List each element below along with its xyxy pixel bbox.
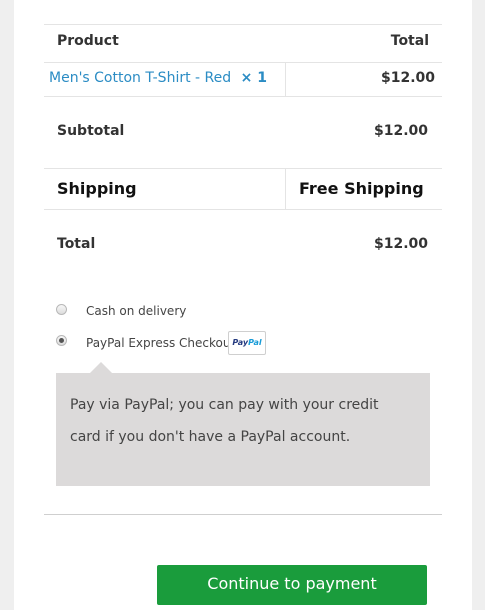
header-divider — [44, 62, 442, 63]
continue-to-payment-button[interactable]: Continue to payment — [157, 565, 427, 605]
subtotal-divider — [44, 168, 442, 169]
item-divider — [44, 96, 442, 97]
paypal-logo-text-pal: Pal — [248, 338, 262, 347]
item-column-divider — [285, 62, 286, 96]
product-column-header: Product — [57, 33, 119, 49]
paypal-logo-text-pay: Pay — [232, 338, 249, 347]
total-column-header: Total — [390, 33, 429, 49]
payment-description-box: Pay via PayPal; you can pay with your cr… — [56, 362, 430, 486]
cash-on-delivery-radio[interactable] — [56, 304, 67, 315]
order-item-row: Men's Cotton T-Shirt - Red × 1 — [49, 70, 267, 86]
subtotal-label: Subtotal — [57, 123, 125, 139]
shipping-column-divider — [285, 168, 286, 209]
subtotal-value: $12.00 — [373, 123, 428, 139]
paypal-express-radio[interactable] — [56, 335, 67, 346]
product-quantity: × 1 — [240, 70, 267, 86]
cash-on-delivery-label[interactable]: Cash on delivery — [86, 304, 186, 318]
table-top-border — [44, 24, 442, 25]
order-total-label: Total — [57, 236, 96, 252]
paypal-logo-icon: PayPal — [228, 331, 266, 355]
shipping-value: Free Shipping — [299, 179, 424, 198]
checkout-card — [14, 0, 472, 610]
paypal-express-label[interactable]: PayPal Express Checkout — [86, 336, 235, 350]
payment-description: Pay via PayPal; you can pay with your cr… — [70, 397, 379, 445]
shipping-divider — [44, 209, 442, 210]
item-total: $12.00 — [380, 70, 435, 86]
product-link[interactable]: Men's Cotton T-Shirt - Red — [49, 70, 231, 86]
order-total-value: $12.00 — [373, 236, 428, 252]
payment-section-divider — [44, 514, 442, 515]
shipping-label: Shipping — [57, 179, 137, 198]
